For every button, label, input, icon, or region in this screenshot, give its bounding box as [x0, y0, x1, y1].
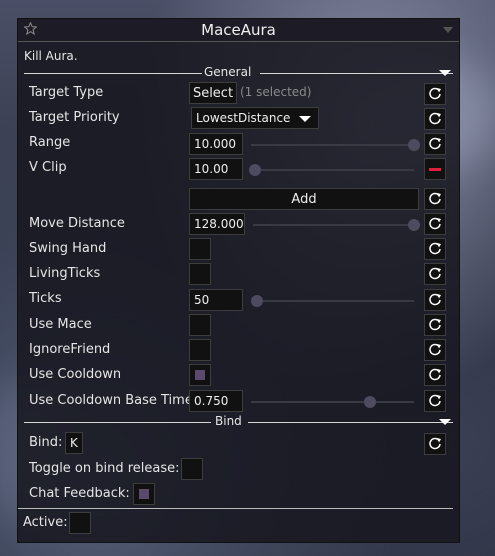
title-bar[interactable]: MaceAura: [18, 19, 459, 42]
living-ticks-label: LivingTicks: [29, 266, 101, 281]
vclip-label: V Clip: [29, 160, 67, 175]
section-divider: [248, 422, 453, 423]
use-cooldown-base-time-label: Use Cooldown Base Time: [29, 393, 193, 408]
vclip-slider-track[interactable]: [251, 169, 414, 171]
reset-button[interactable]: [424, 390, 446, 412]
reset-button[interactable]: [424, 108, 446, 130]
toggle-on-release-checkbox[interactable]: [181, 458, 203, 480]
reset-button[interactable]: [424, 238, 446, 260]
triangle-down-icon[interactable]: [443, 27, 453, 33]
target-type-label: Target Type: [29, 85, 104, 100]
reset-icon: [429, 437, 441, 450]
add-button[interactable]: Add: [189, 188, 419, 210]
ticks-label: Ticks: [29, 291, 62, 306]
reset-icon: [429, 217, 441, 230]
triangle-down-icon[interactable]: [439, 70, 451, 76]
reset-icon: [429, 293, 441, 306]
module-window: MaceAura Kill Aura. General Target Type …: [17, 18, 460, 543]
ignore-friend-checkbox[interactable]: [189, 339, 211, 361]
reset-icon: [429, 137, 441, 150]
use-mace-checkbox[interactable]: [189, 314, 211, 336]
reset-button[interactable]: [424, 314, 446, 336]
reset-button[interactable]: [424, 213, 446, 235]
target-type-selected-count: (1 selected): [240, 85, 312, 99]
reset-button[interactable]: [424, 433, 446, 455]
reset-icon: [429, 242, 441, 255]
reset-button[interactable]: [424, 364, 446, 386]
remove-button[interactable]: [424, 158, 446, 180]
range-slider-track[interactable]: [251, 144, 414, 146]
cooldown-slider-knob[interactable]: [364, 396, 376, 408]
vclip-slider-knob[interactable]: [249, 164, 261, 176]
reset-icon: [429, 112, 441, 125]
reset-button[interactable]: [424, 188, 446, 210]
living-ticks-checkbox[interactable]: [189, 263, 211, 285]
section-divider: [260, 73, 453, 74]
swing-hand-label: Swing Hand: [29, 241, 107, 256]
range-slider-knob[interactable]: [408, 139, 420, 151]
ticks-slider-track[interactable]: [257, 300, 414, 302]
toggle-on-release-label: Toggle on bind release:: [29, 461, 180, 476]
ticks-input[interactable]: 50: [189, 289, 243, 311]
reset-button[interactable]: [424, 263, 446, 285]
bind-label: Bind:: [29, 435, 63, 450]
reset-icon: [429, 87, 441, 100]
ticks-slider-knob[interactable]: [251, 295, 263, 307]
move-distance-input[interactable]: 128.000: [189, 213, 245, 235]
bind-key-input[interactable]: K: [65, 432, 83, 454]
reset-icon: [429, 394, 441, 407]
reset-icon: [429, 318, 441, 331]
range-label: Range: [29, 135, 71, 150]
use-cooldown-base-time-input[interactable]: 0.750: [189, 390, 243, 412]
triangle-down-icon[interactable]: [439, 419, 451, 425]
chat-feedback-checkbox[interactable]: [133, 483, 155, 505]
section-bind-label: Bind: [215, 414, 242, 428]
chevron-down-icon: [299, 116, 311, 122]
reset-icon: [429, 343, 441, 356]
section-divider: [24, 422, 211, 423]
reset-icon: [429, 368, 441, 381]
reset-button[interactable]: [424, 339, 446, 361]
ignore-friend-label: IgnoreFriend: [29, 342, 111, 357]
reset-button[interactable]: [424, 133, 446, 155]
swing-hand-checkbox[interactable]: [189, 238, 211, 260]
move-distance-slider-knob[interactable]: [408, 219, 420, 231]
footer-divider: [18, 508, 453, 509]
target-priority-value: LowestDistance: [196, 111, 291, 125]
move-distance-slider-track[interactable]: [253, 224, 414, 226]
active-checkbox[interactable]: [69, 512, 91, 534]
range-input[interactable]: 10.000: [189, 133, 243, 155]
vclip-input[interactable]: 10.00: [189, 158, 243, 180]
reset-icon: [429, 192, 441, 205]
section-divider: [24, 73, 202, 74]
move-distance-label: Move Distance: [29, 216, 125, 231]
reset-button[interactable]: [424, 83, 446, 105]
module-title: MaceAura: [201, 21, 276, 39]
reset-button[interactable]: [424, 289, 446, 311]
target-priority-dropdown[interactable]: LowestDistance: [191, 107, 319, 129]
chat-feedback-label: Chat Feedback:: [29, 486, 130, 501]
active-label: Active:: [23, 515, 68, 530]
reset-icon: [429, 267, 441, 280]
target-priority-label: Target Priority: [29, 110, 120, 125]
section-general-label: General: [204, 65, 252, 79]
target-type-select-button[interactable]: Select: [189, 82, 237, 104]
use-mace-label: Use Mace: [29, 317, 92, 332]
module-description: Kill Aura.: [24, 49, 78, 63]
cooldown-slider-track[interactable]: [251, 401, 414, 403]
use-cooldown-checkbox[interactable]: [189, 364, 211, 386]
use-cooldown-label: Use Cooldown: [29, 367, 122, 382]
